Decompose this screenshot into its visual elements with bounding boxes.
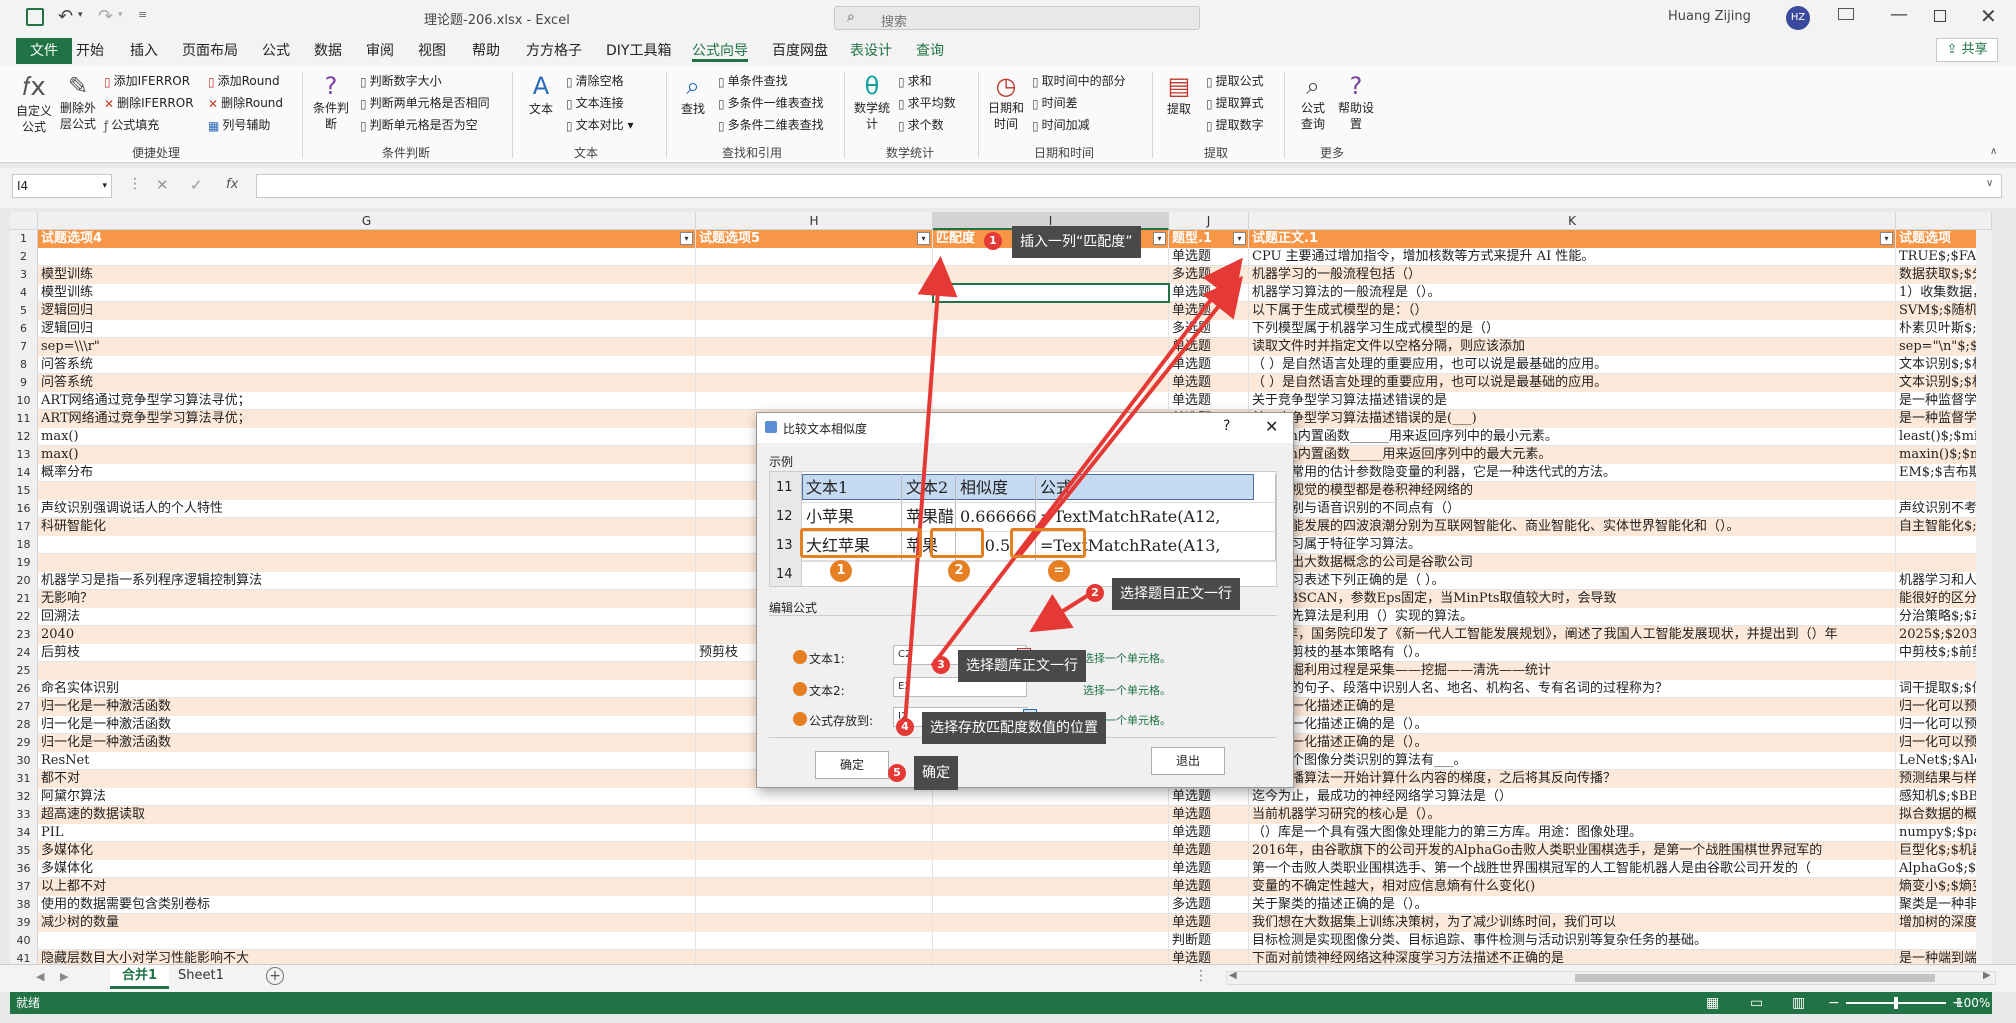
callout-insert-column: 插入一列“匹配度” [1012,226,1141,258]
marker-1-icon: 1 [830,560,852,582]
callout-select-output: 选择存放匹配度数值的位置 [922,712,1106,744]
arrow-to-i4 [903,256,958,725]
callout-confirm: 确定 [914,756,958,790]
arrow-to-text1-picker [1029,592,1092,633]
highlight-similarity-cell [1010,528,1086,558]
step-badge-4: 4 [896,718,914,736]
step-badge-2: 2 [1086,584,1104,602]
highlight-text2-cell [930,528,984,558]
step-badge-5: 5 [888,764,906,782]
marker-2-icon: 2 [948,560,970,582]
highlight-text1-cell [800,528,922,558]
marker-equals-icon: = [1048,560,1070,582]
step-badge-3: 3 [932,656,950,674]
arrow-to-k3 [1018,275,1243,557]
callout-select-question-row: 选择题目正文一行 [1112,578,1240,610]
annotation-arrows [903,256,1243,725]
callout-select-bank-row: 选择题库正文一行 [958,650,1086,682]
step-badge-1: 1 [984,232,1002,250]
